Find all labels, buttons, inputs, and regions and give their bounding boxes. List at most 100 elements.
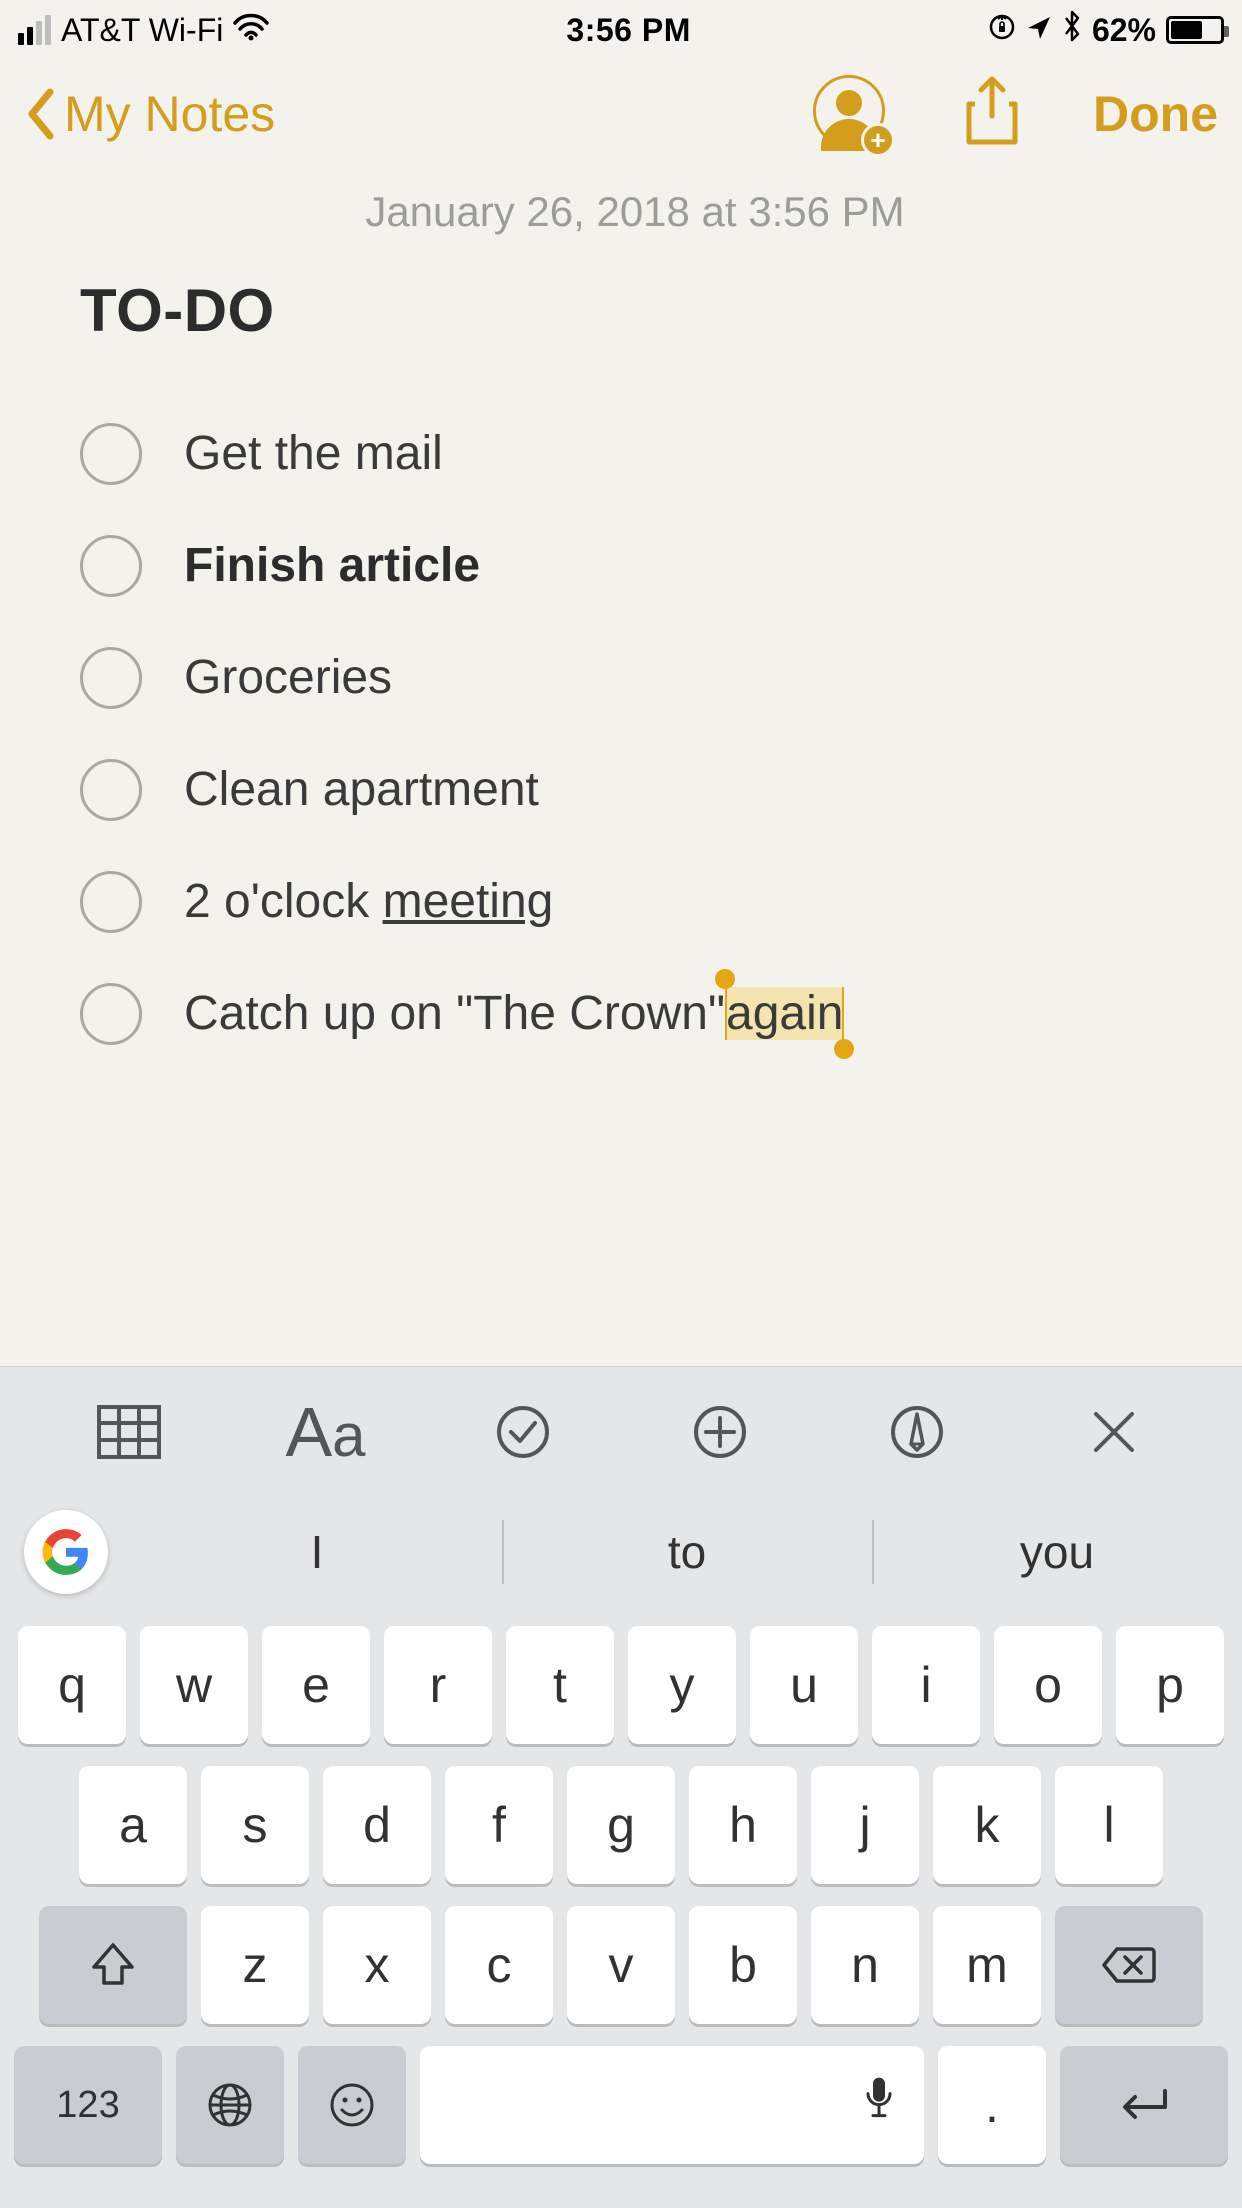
key-m[interactable]: m bbox=[933, 1906, 1041, 2024]
checklist-item-text[interactable]: 2 o'clock meeting bbox=[184, 873, 553, 931]
checklist-item-text[interactable]: Finish article bbox=[184, 537, 480, 595]
status-bar: AT&T Wi-Fi 3:56 PM 62% bbox=[0, 0, 1242, 60]
checklist-item[interactable]: Get the mail bbox=[80, 423, 1190, 485]
key-l[interactable]: l bbox=[1055, 1766, 1163, 1884]
checklist-item[interactable]: Finish article bbox=[80, 535, 1190, 597]
checkbox[interactable] bbox=[80, 759, 142, 821]
text-format-icon: Aa bbox=[285, 1392, 365, 1472]
numbers-key[interactable]: 123 bbox=[14, 2046, 162, 2164]
pen-circle-icon bbox=[889, 1404, 945, 1460]
share-icon bbox=[963, 76, 1021, 148]
period-key[interactable]: . bbox=[938, 2046, 1046, 2164]
space-key[interactable] bbox=[420, 2046, 924, 2164]
shift-key[interactable] bbox=[39, 1906, 187, 2024]
keyboard: qwertyuiop asdfghjkl zxcvbnm 123 . bbox=[0, 1608, 1242, 2208]
key-a[interactable]: a bbox=[79, 1766, 187, 1884]
close-toolbar-button[interactable] bbox=[1059, 1387, 1169, 1477]
key-r[interactable]: r bbox=[384, 1626, 492, 1744]
key-j[interactable]: j bbox=[811, 1766, 919, 1884]
key-e[interactable]: e bbox=[262, 1626, 370, 1744]
underlined-text[interactable]: meeting bbox=[383, 875, 554, 928]
back-label: My Notes bbox=[64, 85, 275, 143]
bluetooth-icon bbox=[1062, 10, 1082, 50]
key-o[interactable]: o bbox=[994, 1626, 1102, 1744]
note-datetime: January 26, 2018 at 3:56 PM bbox=[80, 188, 1190, 236]
return-key[interactable] bbox=[1060, 2046, 1228, 2164]
key-c[interactable]: c bbox=[445, 1906, 553, 2024]
key-q[interactable]: q bbox=[18, 1626, 126, 1744]
google-logo-icon bbox=[41, 1527, 91, 1577]
key-i[interactable]: i bbox=[872, 1626, 980, 1744]
key-b[interactable]: b bbox=[689, 1906, 797, 2024]
checklist-item-text[interactable]: Groceries bbox=[184, 649, 392, 707]
text-format-button[interactable]: Aa bbox=[271, 1387, 381, 1477]
carrier-label: AT&T Wi-Fi bbox=[61, 12, 223, 49]
backspace-icon bbox=[1101, 1945, 1157, 1985]
key-d[interactable]: d bbox=[323, 1766, 431, 1884]
wifi-icon bbox=[233, 12, 269, 49]
key-k[interactable]: k bbox=[933, 1766, 1041, 1884]
key-g[interactable]: g bbox=[567, 1766, 675, 1884]
suggestion[interactable]: to bbox=[502, 1516, 872, 1588]
key-u[interactable]: u bbox=[750, 1626, 858, 1744]
shift-icon bbox=[90, 1941, 136, 1989]
note-content[interactable]: January 26, 2018 at 3:56 PM TO-DO Get th… bbox=[0, 168, 1242, 1366]
key-z[interactable]: z bbox=[201, 1906, 309, 2024]
checklist-item[interactable]: Groceries bbox=[80, 647, 1190, 709]
key-s[interactable]: s bbox=[201, 1766, 309, 1884]
plus-badge-icon: + bbox=[861, 123, 895, 157]
plus-circle-icon bbox=[692, 1404, 748, 1460]
back-button[interactable]: My Notes bbox=[24, 85, 275, 143]
checklist-item-text[interactable]: Catch up on "The Crown" again bbox=[184, 985, 844, 1043]
battery-icon bbox=[1166, 16, 1224, 44]
checklist-item-text[interactable]: Clean apartment bbox=[184, 761, 539, 819]
note-title[interactable]: TO-DO bbox=[80, 276, 1190, 345]
key-v[interactable]: v bbox=[567, 1906, 675, 2024]
clock: 3:56 PM bbox=[566, 12, 690, 49]
key-h[interactable]: h bbox=[689, 1766, 797, 1884]
suggestion[interactable]: I bbox=[132, 1516, 502, 1588]
orientation-lock-icon bbox=[988, 12, 1016, 49]
return-icon bbox=[1115, 2085, 1173, 2125]
share-button[interactable] bbox=[963, 76, 1021, 153]
draw-button[interactable] bbox=[862, 1387, 972, 1477]
checklist-item[interactable]: 2 o'clock meeting bbox=[80, 871, 1190, 933]
checklist-item-text[interactable]: Get the mail bbox=[184, 425, 443, 483]
add-people-button[interactable]: + bbox=[813, 75, 891, 153]
emoji-key[interactable] bbox=[298, 2046, 406, 2164]
google-keyboard-button[interactable] bbox=[24, 1510, 108, 1594]
key-x[interactable]: x bbox=[323, 1906, 431, 2024]
globe-key[interactable] bbox=[176, 2046, 284, 2164]
checkbox[interactable] bbox=[80, 871, 142, 933]
table-button[interactable] bbox=[74, 1387, 184, 1477]
selected-text[interactable]: again bbox=[725, 987, 844, 1040]
key-p[interactable]: p bbox=[1116, 1626, 1224, 1744]
close-icon bbox=[1090, 1408, 1138, 1456]
suggestion-row: I to you bbox=[0, 1496, 1242, 1608]
chevron-left-icon bbox=[24, 88, 58, 140]
add-attachment-button[interactable] bbox=[665, 1387, 775, 1477]
format-toolbar: Aa bbox=[0, 1366, 1242, 1496]
key-t[interactable]: t bbox=[506, 1626, 614, 1744]
globe-icon bbox=[206, 2081, 254, 2129]
check-circle-icon bbox=[495, 1404, 551, 1460]
checklist-button[interactable] bbox=[468, 1387, 578, 1477]
signal-strength-icon bbox=[18, 15, 51, 45]
key-y[interactable]: y bbox=[628, 1626, 736, 1744]
checkbox[interactable] bbox=[80, 983, 142, 1045]
key-w[interactable]: w bbox=[140, 1626, 248, 1744]
mic-icon bbox=[864, 2074, 894, 2132]
key-f[interactable]: f bbox=[445, 1766, 553, 1884]
checkbox[interactable] bbox=[80, 647, 142, 709]
selection-handle-end[interactable] bbox=[834, 1039, 854, 1059]
checklist-item[interactable]: Clean apartment bbox=[80, 759, 1190, 821]
done-button[interactable]: Done bbox=[1093, 85, 1218, 143]
checkbox[interactable] bbox=[80, 423, 142, 485]
location-icon bbox=[1026, 12, 1052, 49]
battery-percent: 62% bbox=[1092, 12, 1156, 49]
suggestion[interactable]: you bbox=[872, 1516, 1242, 1588]
key-n[interactable]: n bbox=[811, 1906, 919, 2024]
checkbox[interactable] bbox=[80, 535, 142, 597]
backspace-key[interactable] bbox=[1055, 1906, 1203, 2024]
checklist-item[interactable]: Catch up on "The Crown" again bbox=[80, 983, 1190, 1045]
